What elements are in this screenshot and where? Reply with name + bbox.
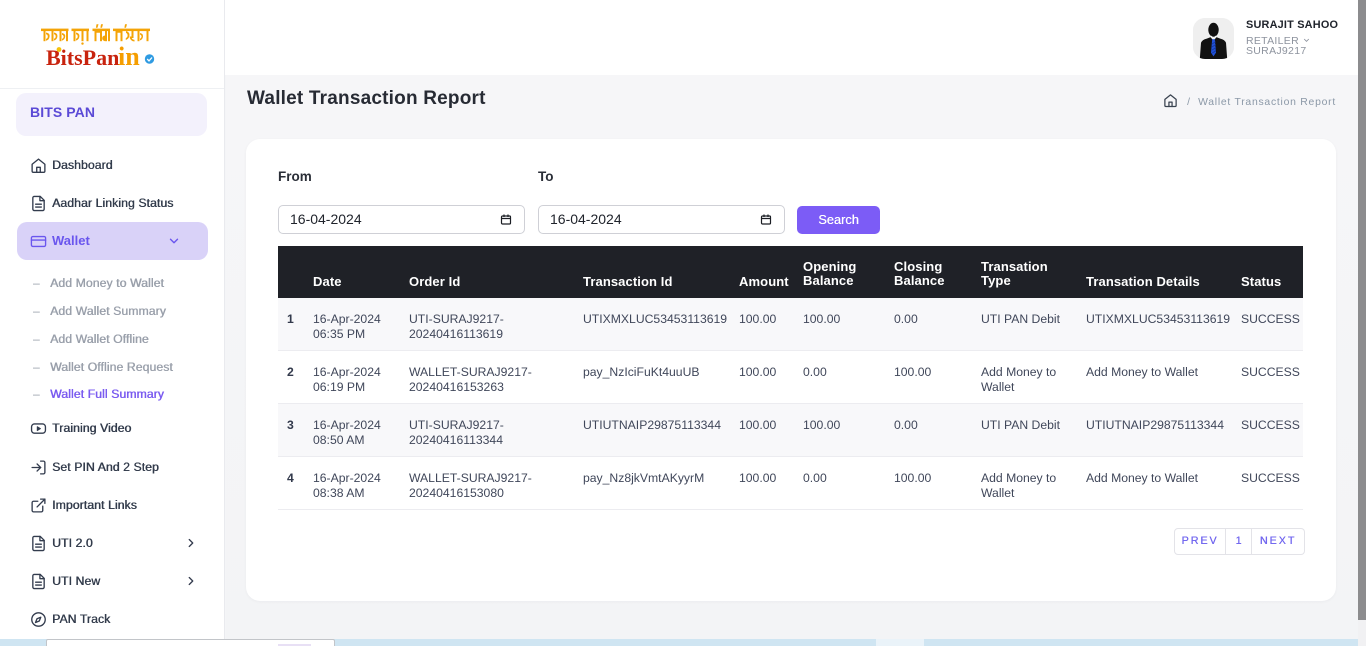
svg-text:in: in	[118, 42, 140, 71]
